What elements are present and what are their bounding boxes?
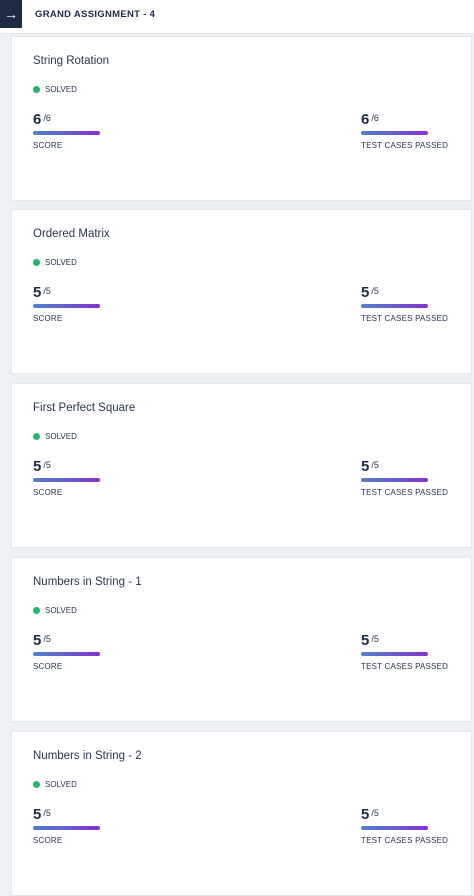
status-badge: SOLVED: [33, 606, 77, 615]
status-badge: SOLVED: [33, 258, 77, 267]
page-title: GRAND ASSIGNMENT - 4: [35, 9, 156, 20]
question-card[interactable]: Numbers in String - 1 SOLVED 5/5 SCORE 5…: [11, 557, 472, 722]
score-progress-bar: [33, 131, 100, 135]
score-metric: 5/5 SCORE: [33, 632, 100, 671]
score-total: /5: [43, 460, 51, 470]
question-card[interactable]: Numbers in String - 2 SOLVED 5/5 SCORE 5…: [11, 731, 472, 896]
status-text: SOLVED: [45, 85, 77, 94]
score-value: 6: [33, 111, 42, 128]
test-cases-total: /5: [371, 808, 379, 818]
score-label: SCORE: [33, 141, 63, 150]
question-card[interactable]: Ordered Matrix SOLVED 5/5 SCORE 5/5 TEST…: [11, 209, 472, 374]
test-cases-progress-bar: [361, 826, 428, 830]
status-badge: SOLVED: [33, 432, 77, 441]
score-label: SCORE: [33, 314, 63, 323]
solved-dot-icon: [33, 86, 40, 93]
score-progress-bar: [33, 826, 100, 830]
status-text: SOLVED: [45, 780, 77, 789]
score-progress-bar: [33, 304, 100, 308]
score-total: /6: [43, 113, 51, 123]
score-value: 5: [33, 458, 42, 475]
question-title[interactable]: Numbers in String - 2: [33, 750, 142, 762]
solved-dot-icon: [33, 781, 40, 788]
score-value: 5: [33, 632, 42, 649]
test-cases-total: /5: [371, 286, 379, 296]
test-cases-metric: 5/5 TEST CASES PASSED: [361, 632, 448, 671]
status-badge: SOLVED: [33, 780, 77, 789]
score-progress-bar: [33, 652, 100, 656]
score-metric: 6/6 SCORE: [33, 111, 100, 150]
score-total: /5: [43, 808, 51, 818]
test-cases-value: 5: [361, 632, 370, 649]
status-text: SOLVED: [45, 606, 77, 615]
question-title[interactable]: Ordered Matrix: [33, 228, 110, 240]
test-cases-label: TEST CASES PASSED: [361, 141, 449, 150]
score-total: /5: [43, 286, 51, 296]
test-cases-total: /5: [371, 460, 379, 470]
score-label: SCORE: [33, 836, 63, 845]
status-text: SOLVED: [45, 432, 77, 441]
score-label: SCORE: [33, 662, 63, 671]
score-metric: 5/5 SCORE: [33, 806, 100, 845]
test-cases-progress-bar: [361, 304, 428, 308]
status-text: SOLVED: [45, 258, 77, 267]
arrow-left-icon: →: [4, 6, 18, 22]
question-card[interactable]: First Perfect Square SOLVED 5/5 SCORE 5/…: [11, 383, 472, 548]
test-cases-metric: 5/5 TEST CASES PASSED: [361, 806, 448, 845]
question-title[interactable]: First Perfect Square: [33, 402, 135, 414]
test-cases-value: 5: [361, 458, 370, 475]
test-cases-value: 6: [361, 111, 370, 128]
score-progress-bar: [33, 478, 100, 482]
test-cases-value: 5: [361, 284, 370, 301]
test-cases-total: /5: [371, 634, 379, 644]
test-cases-label: TEST CASES PASSED: [361, 836, 449, 845]
solved-dot-icon: [33, 433, 40, 440]
question-title[interactable]: String Rotation: [33, 55, 109, 67]
score-label: SCORE: [33, 488, 63, 497]
test-cases-metric: 5/5 TEST CASES PASSED: [361, 284, 448, 323]
solved-dot-icon: [33, 607, 40, 614]
question-title[interactable]: Numbers in String - 1: [33, 576, 142, 588]
test-cases-label: TEST CASES PASSED: [361, 314, 449, 323]
test-cases-label: TEST CASES PASSED: [361, 488, 449, 497]
solved-dot-icon: [33, 259, 40, 266]
test-cases-value: 5: [361, 806, 370, 823]
question-card[interactable]: String Rotation SOLVED 6/6 SCORE 6/6 TES…: [11, 36, 472, 201]
score-metric: 5/5 SCORE: [33, 284, 100, 323]
back-button[interactable]: →: [0, 0, 22, 28]
test-cases-metric: 5/5 TEST CASES PASSED: [361, 458, 448, 497]
score-value: 5: [33, 284, 42, 301]
status-badge: SOLVED: [33, 85, 77, 94]
header-bar: → GRAND ASSIGNMENT - 4: [0, 0, 474, 34]
test-cases-metric: 6/6 TEST CASES PASSED: [361, 111, 448, 150]
test-cases-total: /6: [371, 113, 379, 123]
score-value: 5: [33, 806, 42, 823]
score-metric: 5/5 SCORE: [33, 458, 100, 497]
test-cases-progress-bar: [361, 131, 428, 135]
test-cases-label: TEST CASES PASSED: [361, 662, 449, 671]
score-total: /5: [43, 634, 51, 644]
test-cases-progress-bar: [361, 652, 428, 656]
test-cases-progress-bar: [361, 478, 428, 482]
